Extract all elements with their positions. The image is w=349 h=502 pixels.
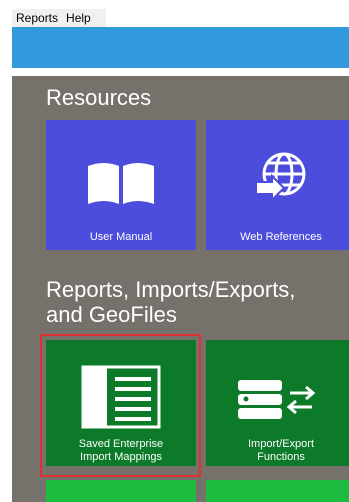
section-title-reports-line2: and GeoFiles: [46, 302, 177, 327]
menu-help[interactable]: Help: [62, 11, 95, 25]
user-manual-tile[interactable]: User Manual: [46, 120, 196, 250]
web-references-label: Web References: [240, 231, 322, 243]
main-panel: Resources User Manual Web References Rep…: [12, 76, 349, 502]
menu-reports[interactable]: Reports: [12, 11, 62, 25]
import-export-label-line2: Functions: [257, 451, 305, 463]
import-export-label-line1: Import/Export: [247, 438, 315, 450]
book-icon: [88, 163, 154, 204]
next-row-tile-2[interactable]: [206, 480, 349, 502]
import-export-functions-tile[interactable]: Import/Export Functions: [206, 340, 349, 466]
database-transfer-icon: [238, 380, 316, 419]
web-references-tile[interactable]: Web References: [206, 120, 349, 250]
section-title-resources: Resources: [46, 85, 152, 110]
tile-selection-outline: [40, 334, 201, 477]
menu-bar: Reports Help: [12, 9, 106, 27]
header-bar: [12, 27, 349, 68]
globe-arrow-icon: [255, 152, 306, 203]
section-title-reports-line1: Reports, Imports/Exports,: [46, 277, 296, 302]
next-row-tile-1[interactable]: [46, 480, 196, 502]
user-manual-label: User Manual: [89, 231, 153, 243]
